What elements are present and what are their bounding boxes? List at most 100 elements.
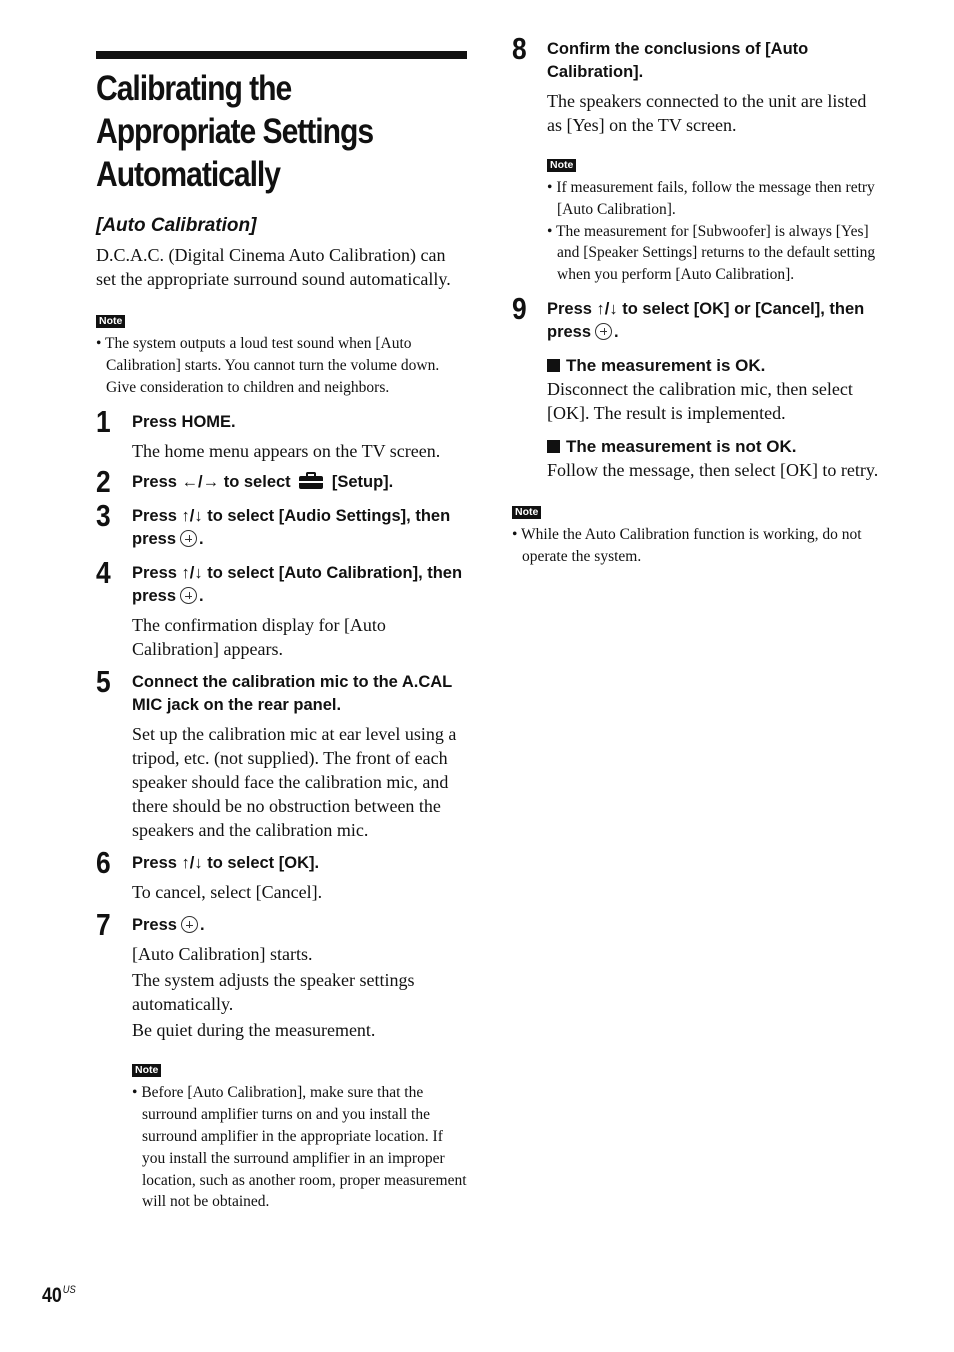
note-badge: Note [96, 315, 126, 328]
step-1: 1 Press HOME. The home menu appears on t… [96, 405, 468, 463]
left-right-arrows-icon: ←/→ [181, 473, 220, 492]
up-down-arrows-icon: ↑/↓ [181, 854, 203, 873]
step-number: 7 [96, 907, 111, 943]
heading-text: Press [132, 564, 182, 583]
right-column: 8 Confirm the conclusions of [Auto Calib… [512, 32, 884, 568]
enter-button-icon [180, 587, 198, 605]
note-item: The measurement for [Subwoofer] is alway… [547, 221, 884, 286]
title-line: Appropriate Settings [96, 112, 374, 151]
page-subtitle: [Auto Calibration] [96, 215, 257, 236]
step-body: The home menu appears on the TV screen. [132, 439, 468, 463]
enter-button-icon [180, 916, 198, 934]
step-heading: Press ↑/↓ to select [OK] or [Cancel], th… [547, 298, 884, 344]
step-4: 4 Press ↑/↓ to select [Auto Calibration]… [96, 556, 468, 661]
step-text: To cancel, select [Cancel]. [132, 882, 323, 903]
result-ok: The measurement is OK. Disconnect the ca… [547, 354, 884, 425]
note-badge: Note [547, 159, 577, 172]
page-title: Calibrating the Appropriate Settings Aut… [96, 67, 474, 196]
note-item: Before [Auto Calibration], make sure tha… [132, 1082, 468, 1213]
step-text: [Auto Calibration] starts. [132, 944, 313, 965]
step-text: The home menu appears on the TV screen. [132, 441, 441, 462]
step-body: The confirmation display for [Auto Calib… [132, 613, 468, 661]
step-body: Set up the calibration mic at ear level … [132, 722, 468, 842]
heading-text: Press [132, 854, 182, 873]
step-3: 3 Press ↑/↓ to select [Audio Settings], … [96, 499, 468, 551]
note-badge: Note [512, 505, 542, 519]
step-heading: Confirm the conclusions of [Auto Calibra… [547, 40, 809, 81]
step-body: The speakers connected to the unit are l… [547, 89, 884, 137]
step-heading: Press ↑/↓ to select [Auto Calibration], … [132, 562, 468, 608]
step-2: 2 Press ←/→ to select [Setup]. [96, 465, 468, 499]
title-line: Automatically [96, 155, 281, 194]
heading-text: . [199, 530, 204, 549]
heading-text: . [199, 587, 204, 606]
result-body: Follow the message, then select [OK] to … [547, 459, 879, 480]
note-item: While the Auto Calibration function is w… [512, 524, 884, 568]
intro-note: Note The system outputs a loud test soun… [96, 311, 468, 398]
result-heading: The measurement is OK. [547, 354, 884, 377]
step-text: The confirmation display for [Auto Calib… [132, 615, 386, 660]
step-number: 3 [96, 498, 111, 534]
step-text: Be quiet during the measurement. [132, 1020, 376, 1041]
result-heading: The measurement is not OK. [547, 435, 884, 458]
note-list: If measurement fails, follow the message… [547, 177, 884, 286]
step-heading: Connect the calibration mic to the A.CAL… [132, 673, 452, 715]
result-not-ok: The measurement is not OK. Follow the me… [547, 435, 884, 482]
note-item: If measurement fails, follow the message… [547, 177, 884, 221]
step-7-note: Note Before [Auto Calibration], make sur… [132, 1060, 468, 1213]
note-list: The system outputs a loud test sound whe… [96, 333, 468, 398]
step-text: The speakers connected to the unit are l… [547, 91, 867, 135]
note-item: The system outputs a loud test sound whe… [96, 333, 468, 398]
heading-text: Press [132, 507, 182, 526]
result-heading-text: The measurement is OK. [566, 355, 766, 375]
step-number: 6 [96, 845, 111, 881]
up-down-arrows-icon: ↑/↓ [181, 564, 203, 583]
step-body: To cancel, select [Cancel]. [132, 880, 468, 904]
result-body: Disconnect the calibration mic, then sel… [547, 378, 853, 423]
note-badge: Note [132, 1064, 162, 1078]
step-heading: Press ←/→ to select [Setup]. [132, 471, 468, 494]
up-down-arrows-icon: ↑/↓ [596, 299, 618, 318]
page-region: US [62, 1284, 76, 1296]
step-heading: Press ↑/↓ to select [OK]. [132, 852, 468, 875]
heading-text: . [614, 322, 619, 341]
step-number: 5 [96, 664, 111, 700]
step-6: 6 Press ↑/↓ to select [OK]. To cancel, s… [96, 846, 468, 904]
step-5: 5 Connect the calibration mic to the A.C… [96, 665, 468, 842]
heading-text: [Setup]. [327, 473, 394, 492]
step-number: 4 [96, 555, 111, 591]
title-rule [96, 51, 467, 59]
step-text: The system adjusts the speaker settings … [132, 970, 415, 1015]
step-heading: Press. [132, 914, 468, 937]
step-number: 2 [96, 464, 111, 500]
step-body: [Auto Calibration] starts. The system ad… [132, 942, 468, 1042]
step-heading: Press ↑/↓ to select [Audio Settings], th… [132, 505, 468, 551]
heading-text: Press [132, 916, 177, 935]
page-number-text: 40 [42, 1284, 62, 1307]
toolbox-setup-icon [299, 472, 324, 490]
square-bullet-icon [547, 439, 560, 453]
square-bullet-icon [547, 358, 560, 372]
intro-paragraph: D.C.A.C. (Digital Cinema Auto Calibratio… [96, 245, 451, 289]
heading-text: Press [132, 473, 182, 492]
note-list: While the Auto Calibration function is w… [512, 524, 884, 568]
note-list: Before [Auto Calibration], make sure tha… [132, 1082, 468, 1213]
up-down-arrows-icon: ↑/↓ [181, 507, 203, 526]
step-8: 8 Confirm the conclusions of [Auto Calib… [512, 32, 884, 286]
step-number: 9 [512, 290, 527, 326]
heading-text: to select [219, 473, 296, 492]
heading-text: Press [547, 299, 597, 318]
step-8-note: Note If measurement fails, follow the me… [547, 155, 884, 286]
step-7: 7 Press. [Auto Calibration] starts. The … [96, 908, 468, 1213]
title-line: Calibrating the [96, 69, 292, 108]
heading-text: . [199, 916, 205, 935]
step-heading: Press HOME. [132, 413, 236, 432]
step-text: Set up the calibration mic at ear level … [132, 724, 457, 841]
page-number: 40US [42, 1284, 76, 1308]
result-heading-text: The measurement is not OK. [566, 436, 797, 456]
enter-button-icon [595, 322, 613, 340]
step-number: 1 [96, 404, 111, 440]
heading-text: to select [OK]. [202, 854, 320, 873]
step-number: 8 [512, 31, 527, 66]
left-column: Calibrating the Appropriate Settings Aut… [96, 51, 468, 1213]
